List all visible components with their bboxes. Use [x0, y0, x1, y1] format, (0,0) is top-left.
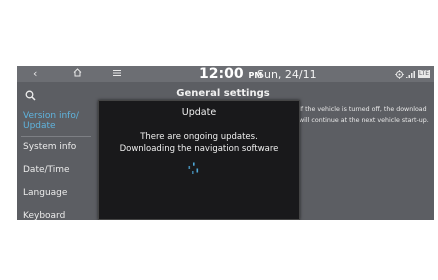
clock-time: 12:00 [199, 66, 244, 82]
settings-sidebar: Version info/ Update System info Date/Ti… [17, 104, 93, 220]
infotainment-screen: ‹ 12:00 PM Sun, 24/11 LTE General settin… [17, 66, 434, 220]
divider [21, 136, 91, 137]
sidebar-item-keyboard[interactable]: Keyboard [23, 211, 65, 220]
back-chevron-icon[interactable]: ‹ [33, 67, 37, 81]
sidebar-item-system-info[interactable]: System info [23, 142, 76, 152]
signal-icon [406, 71, 416, 78]
update-dialog: Update There are ongoing updates. Downlo… [98, 100, 300, 220]
clock: 12:00 PM [199, 66, 262, 84]
dialog-message-line1: There are ongoing updates. [140, 132, 258, 142]
dialog-title: Update [181, 107, 217, 118]
dialog-message: There are ongoing updates. Downloading t… [99, 131, 299, 155]
status-icons: LTE [395, 69, 430, 79]
home-icon[interactable] [73, 67, 82, 81]
status-bar: ‹ 12:00 PM Sun, 24/11 LTE [17, 66, 434, 82]
lte-badge: LTE [418, 70, 430, 78]
sidebar-item-date-time[interactable]: Date/Time [23, 165, 70, 175]
date: Sun, 24/11 [257, 68, 317, 81]
sidebar-item-label-line1: Version info/ [23, 111, 79, 121]
gps-icon [395, 69, 405, 79]
menu-icon[interactable] [113, 67, 121, 81]
update-note: If the vehicle is turned off, the downlo… [299, 106, 429, 124]
sidebar-item-version-info-update[interactable]: Version info/ Update [23, 111, 79, 131]
loading-spinner-icon [187, 161, 201, 180]
dialog-message-line2: Downloading the navigation software [119, 144, 279, 154]
sidebar-item-label-line2: Update [23, 121, 56, 131]
page-title: General settings [176, 88, 270, 99]
sidebar-item-language[interactable]: Language [23, 188, 67, 198]
